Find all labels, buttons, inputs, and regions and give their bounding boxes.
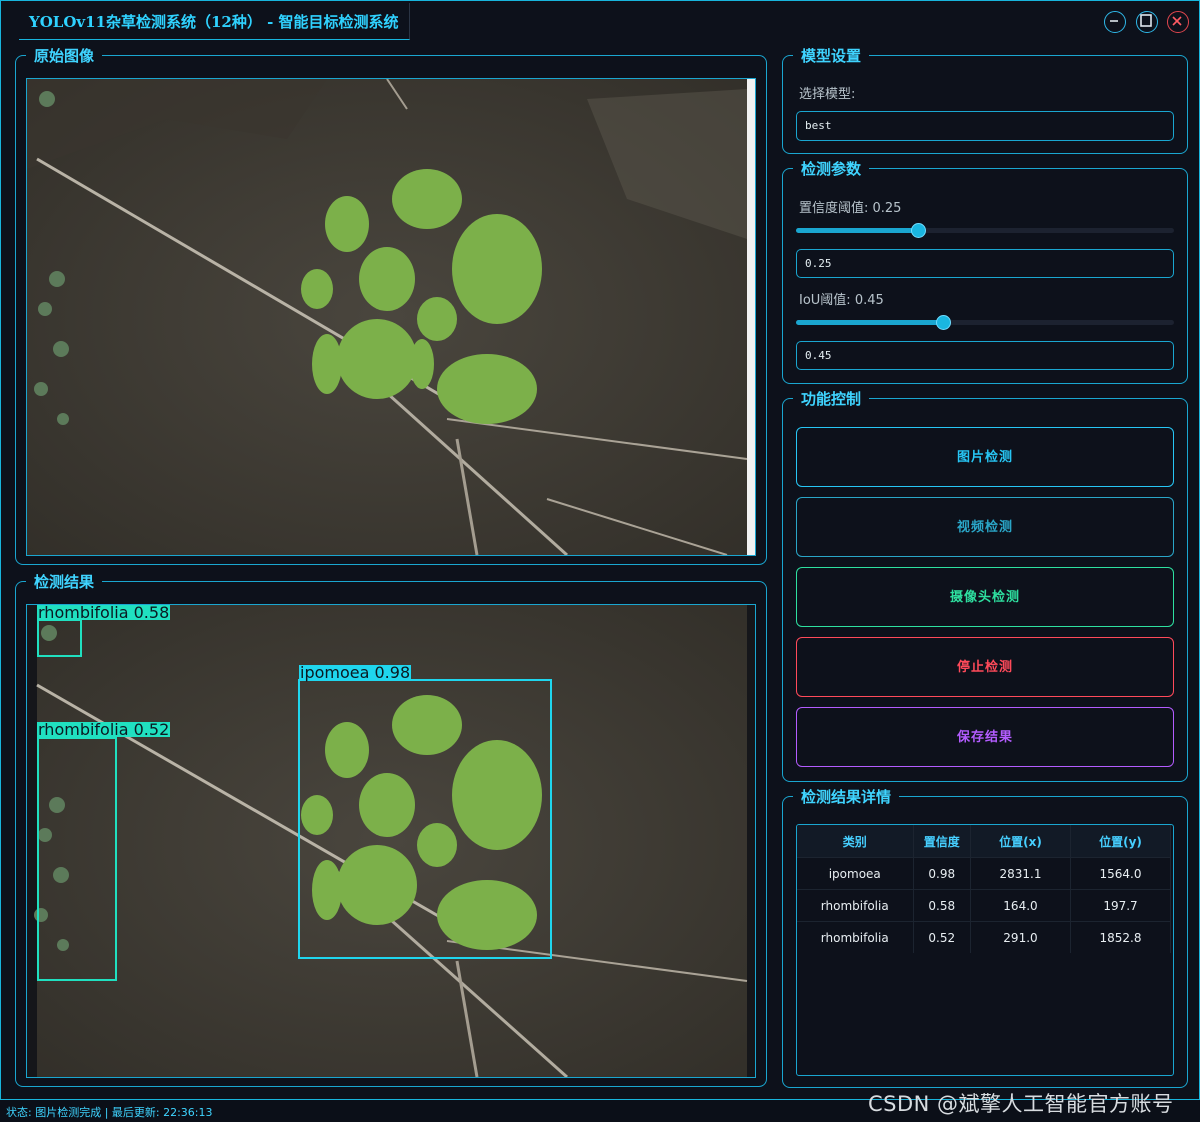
cell-confidence: 0.52 [913,921,971,953]
detection-result-panel: 检测结果 rhombifolia 0.58 rhombifolia 0.52 i… [15,571,767,1087]
column-header-confidence[interactable]: 置信度 [913,825,971,858]
title-bar: YOLOv11杂草检测系统（12种） - 智能目标检测系统 [1,1,1199,43]
iou-input[interactable]: 0.45 [796,341,1174,370]
detection-box-rhombifolia-2[interactable] [37,737,117,981]
select-model-label: 选择模型: [799,87,856,102]
original-image [26,78,756,556]
result-image: rhombifolia 0.58 rhombifolia 0.52 ipomoe… [26,604,756,1078]
table-row[interactable]: ipomoea 0.98 2831.1 1564.0 [797,857,1172,890]
cell-x: 2831.1 [970,857,1071,890]
confidence-slider-handle[interactable] [911,223,926,238]
detection-box-ipomoea[interactable] [298,679,552,959]
model-select[interactable]: best [796,111,1174,141]
column-header-class[interactable]: 类别 [797,825,914,858]
camera-detect-button[interactable]: 摄像头检测 [796,567,1174,627]
original-image-panel: 原始图像 [15,45,767,565]
save-result-button[interactable]: 保存结果 [796,707,1174,767]
confidence-input[interactable]: 0.25 [796,249,1174,278]
function-control-panel: 功能控制 图片检测 视频检测 摄像头检测 停止检测 保存结果 [782,388,1188,782]
detection-params-title: 检测参数 [793,158,870,180]
cell-confidence: 0.98 [913,857,971,890]
stop-detect-button[interactable]: 停止检测 [796,637,1174,697]
window-title: YOLOv11杂草检测系统（12种） - 智能目标检测系统 [19,3,410,40]
table-header-row: 类别 置信度 位置(x) 位置(y) [797,825,1172,858]
app-window: YOLOv11杂草检测系统（12种） - 智能目标检测系统 原始图像 检测结果 … [0,0,1200,1100]
minimize-icon[interactable] [1104,11,1126,33]
cell-x: 164.0 [970,889,1071,922]
status-text: 状态: 图片检测完成 | 最后更新: 22:36:13 [6,1106,213,1119]
detection-box-rhombifolia-1[interactable] [37,619,82,657]
cell-y: 1852.8 [1070,921,1172,953]
table-row[interactable]: rhombifolia 0.58 164.0 197.7 [797,889,1172,922]
detection-label-ipomoea: ipomoea 0.98 [299,663,412,682]
table-row[interactable]: rhombifolia 0.52 291.0 1852.8 [797,921,1172,953]
original-image-title: 原始图像 [26,45,103,67]
detection-details-title: 检测结果详情 [793,786,900,808]
iou-label: IoU阈值: 0.45 [799,293,884,308]
close-icon[interactable] [1167,11,1189,33]
image-detect-button[interactable]: 图片检测 [796,427,1174,487]
results-table-container: 类别 置信度 位置(x) 位置(y) ipomoea 0.98 2831.1 1… [796,824,1174,1076]
iou-slider-handle[interactable] [936,315,951,330]
detection-label-rhombifolia-2: rhombifolia 0.52 [37,720,171,739]
original-image-picture [27,79,755,555]
detection-params-panel: 检测参数 置信度阈值: 0.25 0.25 IoU阈值: 0.45 0.45 [782,158,1188,384]
cell-class: rhombifolia [797,889,914,922]
function-control-title: 功能控制 [793,388,870,410]
model-settings-title: 模型设置 [793,45,870,67]
column-header-y[interactable]: 位置(y) [1070,825,1172,858]
detection-details-panel: 检测结果详情 类别 置信度 位置(x) 位置(y) ipomoea 0.98 2… [782,786,1188,1088]
maximize-icon[interactable] [1136,11,1158,33]
detection-label-rhombifolia-1: rhombifolia 0.58 [37,604,171,622]
column-header-x[interactable]: 位置(x) [970,825,1071,858]
cell-confidence: 0.58 [913,889,971,922]
results-table: 类别 置信度 位置(x) 位置(y) ipomoea 0.98 2831.1 1… [797,825,1172,953]
cell-y: 1564.0 [1070,857,1172,890]
cell-class: ipomoea [797,857,914,890]
iou-slider-fill [796,320,943,325]
detection-result-title: 检测结果 [26,571,103,593]
cell-x: 291.0 [970,921,1071,953]
iou-slider[interactable] [796,315,1174,330]
confidence-label: 置信度阈值: 0.25 [799,201,902,216]
cell-y: 197.7 [1070,889,1172,922]
confidence-slider-fill [796,228,918,233]
watermark-text: CSDN @斌擎人工智能官方账号 [868,1092,1174,1116]
confidence-slider[interactable] [796,223,1174,238]
cell-class: rhombifolia [797,921,914,953]
video-detect-button[interactable]: 视频检测 [796,497,1174,557]
model-settings-panel: 模型设置 选择模型: best [782,45,1188,154]
